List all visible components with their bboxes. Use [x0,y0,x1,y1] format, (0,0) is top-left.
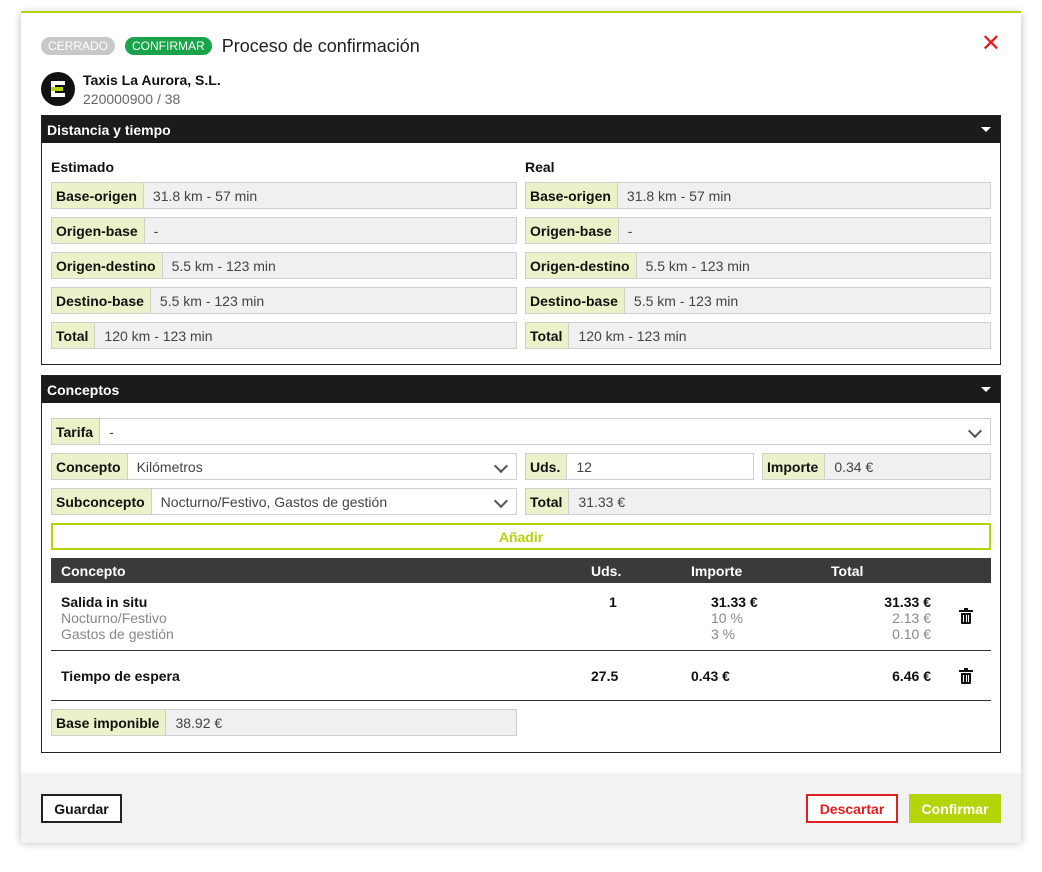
discard-button[interactable]: Descartar [806,794,898,823]
row-divider [51,700,991,701]
real-title: Real [525,159,555,175]
row-concept: Salida in situ [61,594,148,610]
concepts-section-title: Conceptos [47,381,120,398]
company-code: 220000900 / 38 [83,90,181,107]
status-badge-confirm: CONFIRMAR [125,37,212,55]
importe-field: Importe 0.34 € [762,453,991,480]
add-button[interactable]: Añadir [51,523,991,550]
row-sub-total: 2.13 € [892,610,931,626]
concepts-section-header[interactable]: Conceptos [42,376,1000,403]
col-header-uds: Uds. [591,563,622,579]
row-concept: Tiempo de espera [61,668,180,684]
row-uds: 27.5 [591,668,619,684]
row-importe: 0.43 € [691,668,730,684]
trash-icon[interactable] [959,668,973,684]
row-sub-name: Nocturno/Festivo [61,610,167,626]
real-origen-base: Origen-base - [525,217,991,244]
row-total: 6.46 € [892,668,931,684]
estimated-origen-destino: Origen-destino 5.5 km - 123 min [51,252,517,279]
row-divider [51,650,991,651]
confirm-button[interactable]: Confirmar [909,794,1001,823]
subconcepto-select[interactable]: Subconcepto Nocturno/Festivo, Gastos de … [51,488,517,515]
modal-footer: Guardar Descartar Confirmar [21,773,1021,843]
concepts-section: Conceptos Tarifa - Concepto Kilómetros U… [41,375,1001,753]
subconcepto-value: Nocturno/Festivo, Gastos de gestión [160,493,388,510]
company-name: Taxis La Aurora, S.L. [83,71,221,88]
concepts-table-header: Concepto Uds. Importe Total [51,558,991,583]
base-imponible-value: 38.92 € [175,714,223,731]
chevron-down-icon[interactable] [493,493,509,509]
company-logo-icon [41,72,75,106]
trash-icon[interactable] [959,608,973,624]
table-row: Salida in situ 1 31.33 € 31.33 € Nocturn… [51,594,991,650]
row-sub-name: Gastos de gestión [61,626,174,642]
modal-header: CERRADO CONFIRMAR Proceso de confirmació… [41,32,1001,59]
estimated-origen-base: Origen-base - [51,217,517,244]
row-uds: 1 [609,594,617,610]
company-info: Taxis La Aurora, S.L. 220000900 / 38 [41,71,221,107]
caret-down-icon[interactable] [981,127,991,132]
concept-total-value: 31.33 € [578,493,626,510]
concepto-value: Kilómetros [136,458,203,475]
row-sub-total: 0.10 € [892,626,931,642]
col-header-importe: Importe [691,563,743,579]
col-header-total: Total [831,563,864,579]
modal-title: Proceso de confirmación [221,35,420,56]
distance-section: Distancia y tiempo Estimado Real Base-or… [41,115,1001,365]
real-total: Total 120 km - 123 min [525,322,991,349]
row-sub-importe: 3 % [711,626,736,642]
confirmation-modal: CERRADO CONFIRMAR Proceso de confirmació… [21,11,1021,843]
distance-section-header[interactable]: Distancia y tiempo [42,116,1000,143]
col-header-concepto: Concepto [61,563,126,579]
uds-input[interactable]: Uds. 12 [525,453,754,480]
real-destino-base: Destino-base 5.5 km - 123 min [525,287,991,314]
concepto-select[interactable]: Concepto Kilómetros [51,453,517,480]
save-button[interactable]: Guardar [41,794,122,823]
row-sub-importe: 10 % [711,610,743,626]
chevron-down-icon[interactable] [493,458,509,474]
tarifa-value: - [109,423,114,440]
tarifa-select[interactable]: Tarifa - [51,418,991,445]
base-imponible-field: Base imponible 38.92 € [51,709,517,736]
estimated-title: Estimado [51,159,115,175]
estimated-total: Total 120 km - 123 min [51,322,517,349]
row-importe: 31.33 € [711,594,758,610]
real-base-origen: Base-origen 31.8 km - 57 min [525,182,991,209]
uds-value[interactable]: 12 [567,454,753,479]
real-origen-destino: Origen-destino 5.5 km - 123 min [525,252,991,279]
estimated-destino-base: Destino-base 5.5 km - 123 min [51,287,517,314]
chevron-down-icon[interactable] [967,423,983,439]
distance-section-title: Distancia y tiempo [47,121,171,138]
close-x-icon[interactable]: ✕ [981,32,1001,56]
concept-total-field: Total 31.33 € [525,488,991,515]
importe-value: 0.34 € [834,458,874,475]
table-row: Tiempo de espera 27.5 0.43 € 6.46 € [51,668,991,688]
row-total: 31.33 € [884,594,931,610]
status-badge-closed: CERRADO [41,37,116,55]
caret-down-icon[interactable] [981,387,991,392]
estimated-base-origen: Base-origen 31.8 km - 57 min [51,182,517,209]
